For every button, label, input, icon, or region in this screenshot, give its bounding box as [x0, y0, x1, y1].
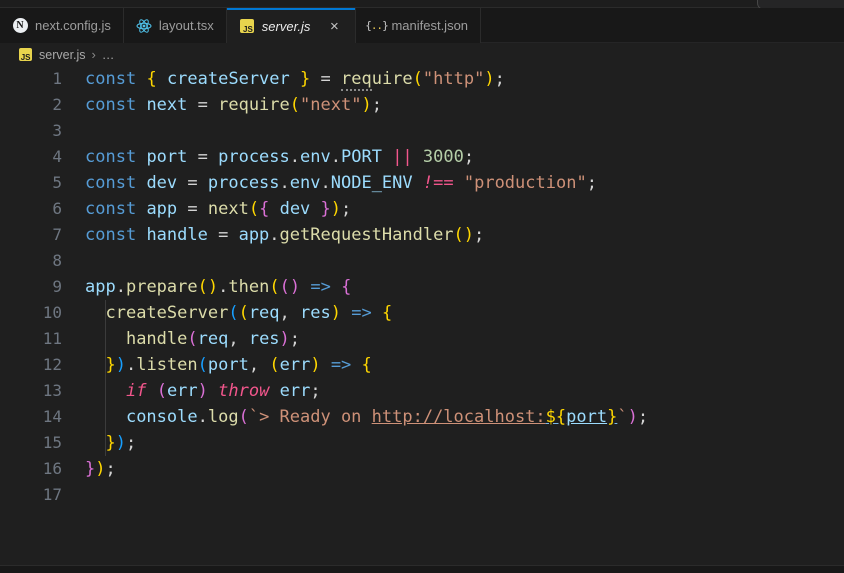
- tab-label: manifest.json: [391, 18, 469, 33]
- line-number[interactable]: 5: [0, 170, 62, 196]
- code-line[interactable]: 17: [0, 482, 844, 508]
- tab-next-config-js[interactable]: N next.config.js: [0, 8, 124, 43]
- json-icon: {..}: [365, 19, 388, 32]
- tab-label: next.config.js: [35, 18, 111, 33]
- indent-guide: [105, 300, 107, 456]
- tab-server-js[interactable]: JS server.js ×: [226, 8, 357, 44]
- line-number[interactable]: 6: [0, 196, 62, 222]
- code-line[interactable]: 8: [0, 248, 844, 274]
- code-line[interactable]: 11 handle(req, res);: [0, 326, 844, 352]
- code-text: const { createServer } = require("http")…: [85, 69, 505, 91]
- react-icon: [136, 18, 152, 34]
- tab-label: server.js: [261, 18, 311, 34]
- line-number[interactable]: 9: [0, 274, 62, 300]
- code-text: if (err) throw err;: [125, 381, 321, 401]
- code-line[interactable]: 3: [0, 118, 844, 144]
- line-number[interactable]: 4: [0, 144, 62, 170]
- code-text: }).listen(port, (err) => {: [105, 355, 372, 375]
- line-number[interactable]: 7: [0, 222, 62, 248]
- code-text: const app = next({ dev });: [85, 199, 352, 219]
- breadcrumb-symbol[interactable]: …: [102, 48, 115, 62]
- code-line[interactable]: 13 if (err) throw err;: [0, 378, 844, 404]
- line-number[interactable]: 3: [0, 118, 62, 144]
- code-line[interactable]: 4 const port = process.env.PORT || 3000;: [0, 144, 844, 170]
- code-text: });: [105, 433, 137, 453]
- chevron-right-icon: ›: [91, 47, 96, 62]
- line-number[interactable]: 17: [0, 482, 62, 508]
- code-line[interactable]: 14 console.log(`> Ready on http://localh…: [0, 404, 844, 430]
- code-line[interactable]: 1 const { createServer } = require("http"…: [0, 66, 844, 92]
- code-text: const handle = app.getRequestHandler();: [85, 225, 485, 245]
- line-number[interactable]: 1: [0, 66, 62, 92]
- title-bar: [0, 0, 844, 10]
- code-line[interactable]: 6 const app = next({ dev });: [0, 196, 844, 222]
- code-text: createServer((req, res) => {: [105, 303, 393, 323]
- line-number[interactable]: 15: [0, 430, 62, 456]
- code-line[interactable]: 10 createServer((req, res) => {: [0, 300, 844, 326]
- code-text: console.log(`> Ready on http://localhost…: [125, 407, 649, 427]
- code-line[interactable]: 16});: [0, 456, 844, 482]
- line-number[interactable]: 14: [0, 404, 62, 430]
- close-icon[interactable]: ×: [325, 17, 343, 35]
- code-text: handle(req, res);: [125, 329, 301, 349]
- code-text: const port = process.env.PORT || 3000;: [85, 147, 475, 167]
- line-number[interactable]: 2: [0, 92, 62, 118]
- code-line[interactable]: 2 const next = require("next");: [0, 92, 844, 118]
- tab-manifest-json[interactable]: {..} manifest.json: [356, 8, 482, 43]
- breadcrumb: JS server.js › …: [0, 43, 844, 66]
- code-text: const next = require("next");: [85, 95, 382, 115]
- line-number[interactable]: 16: [0, 456, 62, 482]
- nextjs-icon: N: [12, 18, 28, 34]
- code-text: });: [85, 459, 116, 479]
- tab-label: layout.tsx: [158, 18, 214, 33]
- line-number[interactable]: 10: [0, 300, 62, 326]
- code-line[interactable]: 12 }).listen(port, (err) => {: [0, 352, 844, 378]
- code-text: const dev = process.env.NODE_ENV !== "pr…: [85, 173, 597, 193]
- code-line[interactable]: 7 const handle = app.getRequestHandler();: [0, 222, 844, 248]
- code-line[interactable]: 15 });: [0, 430, 844, 456]
- line-number[interactable]: 13: [0, 378, 62, 404]
- tab-layout-tsx[interactable]: layout.tsx: [123, 8, 227, 43]
- js-icon: JS: [17, 47, 33, 63]
- code-line[interactable]: 5 const dev = process.env.NODE_ENV !== "p…: [0, 170, 844, 196]
- breadcrumb-file[interactable]: server.js: [39, 48, 86, 62]
- line-number[interactable]: 12: [0, 352, 62, 378]
- bottom-panel-edge: [0, 565, 844, 573]
- code-text: app.prepare().then(() => {: [85, 277, 352, 297]
- editor-tab-bar: N next.config.js layout.tsx JS server.js…: [0, 8, 844, 44]
- code-editor[interactable]: 1 const { createServer } = require("http"…: [0, 66, 844, 539]
- js-icon: JS: [239, 18, 255, 34]
- line-number[interactable]: 8: [0, 248, 62, 274]
- line-number[interactable]: 11: [0, 326, 62, 352]
- code-line[interactable]: 9 app.prepare().then(() => {: [0, 274, 844, 300]
